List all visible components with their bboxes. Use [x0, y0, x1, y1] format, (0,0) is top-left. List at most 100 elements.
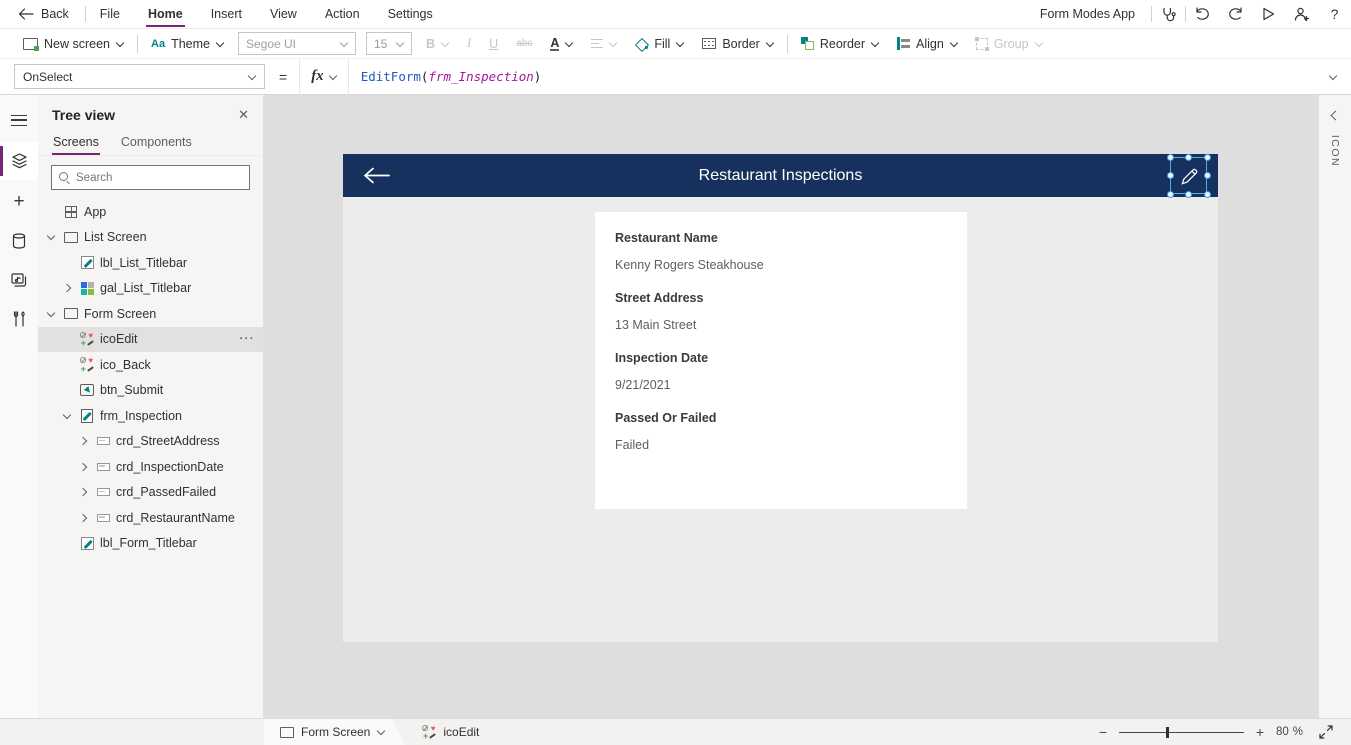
form-field-restaurant-name[interactable]: Restaurant Name Kenny Rogers Steakhouse — [595, 231, 967, 272]
underline-button[interactable]: U — [480, 29, 507, 59]
screen-selector[interactable]: Form Screen — [264, 719, 405, 745]
zoom-slider-thumb[interactable] — [1166, 726, 1170, 738]
tree-item-ico_Back[interactable]: ♥ + ico_Back — [38, 352, 263, 378]
tree-item-lbl_Form_Titlebar[interactable]: lbl_Form_Titlebar — [38, 531, 263, 557]
tree-item-frm_Inspection[interactable]: frm_Inspection — [38, 403, 263, 429]
menu-item-action[interactable]: Action — [311, 0, 374, 29]
help-button[interactable]: ? — [1318, 0, 1351, 29]
undo-button[interactable] — [1186, 0, 1219, 29]
group-button[interactable]: Group — [967, 29, 1052, 59]
align-button[interactable]: Align — [888, 29, 967, 59]
tree-item-btn_Submit[interactable]: btn_Submit — [38, 378, 263, 404]
edit-icon-selected[interactable] — [1166, 153, 1211, 198]
font-family-select[interactable]: Segoe UI — [237, 32, 356, 55]
tree-chevron-icon[interactable] — [76, 511, 90, 525]
tree-item-List-Screen[interactable]: List Screen — [38, 225, 263, 251]
menu-item-insert[interactable]: Insert — [197, 0, 256, 29]
tree-chevron-icon[interactable] — [60, 358, 74, 372]
selected-control-crumb[interactable]: ♥ + icoEdit — [421, 724, 479, 740]
selection-handle[interactable] — [1203, 153, 1211, 161]
text-align-button[interactable] — [582, 29, 626, 59]
back-button[interactable]: Back — [0, 7, 85, 21]
fullscreen-button[interactable] — [1319, 725, 1333, 739]
border-button[interactable]: Border — [693, 29, 783, 59]
rail-data-button[interactable] — [0, 224, 38, 258]
tree-item-crd_RestaurantName[interactable]: crd_RestaurantName — [38, 505, 263, 531]
tree-chevron-icon[interactable] — [60, 409, 74, 423]
formula-input[interactable]: EditForm(frm_Inspection) — [361, 69, 1329, 84]
rail-tree-view-button[interactable] — [0, 142, 38, 180]
selection-handle[interactable] — [1166, 153, 1174, 161]
selection-handle[interactable] — [1203, 190, 1211, 198]
form-field-passed-or-failed[interactable]: Passed Or Failed Failed — [595, 411, 967, 452]
tree-item-lbl_List_Titlebar[interactable]: lbl_List_Titlebar — [38, 250, 263, 276]
strikethrough-button[interactable]: abc — [507, 29, 541, 59]
inspection-form[interactable]: Restaurant Name Kenny Rogers Steakhouse … — [595, 212, 967, 509]
form-field-street-address[interactable]: Street Address 13 Main Street — [595, 291, 967, 332]
tree-chevron-icon[interactable] — [60, 281, 74, 295]
tab-screens[interactable]: Screens — [52, 131, 100, 155]
zoom-in-button[interactable]: + — [1254, 724, 1266, 740]
more-options-button[interactable]: ··· — [240, 333, 256, 345]
rail-media-button[interactable] — [0, 263, 38, 297]
app-titlebar[interactable]: Restaurant Inspections — [343, 153, 1218, 198]
selection-handle[interactable] — [1166, 190, 1174, 198]
tree-search-box[interactable] — [51, 165, 250, 190]
tree-item-crd_InspectionDate[interactable]: crd_InspectionDate — [38, 454, 263, 480]
property-select[interactable]: OnSelect — [14, 64, 265, 89]
selection-handle[interactable] — [1184, 153, 1192, 161]
search-input[interactable] — [76, 171, 242, 184]
share-button[interactable] — [1285, 0, 1318, 29]
font-size-select[interactable]: 15 — [365, 32, 412, 55]
selection-handle[interactable] — [1166, 171, 1174, 179]
tree-chevron-icon[interactable] — [60, 536, 74, 550]
zoom-slider[interactable] — [1118, 726, 1244, 739]
tree-item-gal_List_Titlebar[interactable]: gal_List_Titlebar — [38, 276, 263, 302]
preview-button[interactable] — [1252, 0, 1285, 29]
rail-insert-button[interactable]: + — [0, 185, 38, 219]
formula-expand-chevron[interactable] — [1329, 73, 1337, 81]
fx-button[interactable]: fx — [299, 58, 349, 95]
reorder-button[interactable]: Reorder — [792, 29, 888, 59]
tree-item-icoEdit[interactable]: ♥ + icoEdit ··· — [38, 326, 263, 352]
canvas-back-arrow-icon[interactable] — [363, 167, 391, 189]
tree-chevron-icon[interactable] — [76, 434, 90, 448]
tree-item-crd_StreetAddress[interactable]: crd_StreetAddress — [38, 429, 263, 455]
tree-chevron-icon[interactable] — [60, 332, 74, 346]
font-color-button[interactable]: A — [541, 29, 582, 59]
tree-chevron-icon[interactable] — [44, 230, 58, 244]
selection-handle[interactable] — [1203, 171, 1211, 179]
selection-handle[interactable] — [1184, 190, 1192, 198]
menu-item-file[interactable]: File — [86, 0, 134, 29]
tree-item-App[interactable]: App — [38, 199, 263, 225]
fill-button[interactable]: Fill — [626, 29, 693, 59]
rail-advanced-tools-button[interactable] — [0, 302, 38, 336]
canvas-title-label[interactable]: Restaurant Inspections — [343, 167, 1218, 185]
tree-chevron-icon[interactable] — [76, 460, 90, 474]
tab-components[interactable]: Components — [120, 131, 193, 155]
tree-chevron-icon[interactable] — [76, 485, 90, 499]
tree-chevron-icon[interactable] — [44, 205, 58, 219]
theme-button[interactable]: Aa Theme — [142, 29, 233, 59]
italic-button[interactable]: I — [458, 29, 480, 59]
expand-panel-chevron[interactable] — [1328, 109, 1342, 123]
tree-chevron-icon[interactable] — [60, 256, 74, 270]
zoom-out-button[interactable]: − — [1097, 724, 1109, 740]
tree-item-crd_PassedFailed[interactable]: crd_PassedFailed — [38, 480, 263, 506]
app-checker-button[interactable] — [1152, 0, 1185, 29]
form-field-inspection-date[interactable]: Inspection Date 9/21/2021 — [595, 351, 967, 392]
tree-chevron-icon[interactable] — [44, 307, 58, 321]
bold-button[interactable]: B — [417, 29, 458, 59]
tree-chevron-icon[interactable] — [60, 383, 74, 397]
menu-item-view[interactable]: View — [256, 0, 311, 29]
tree-item-Form-Screen[interactable]: Form Screen — [38, 301, 263, 327]
menu-item-settings[interactable]: Settings — [374, 0, 447, 29]
menu-item-home[interactable]: Home — [134, 0, 197, 29]
rail-menu-button[interactable] — [0, 103, 38, 137]
person-add-icon — [1294, 7, 1309, 21]
redo-button[interactable] — [1219, 0, 1252, 29]
panel-vertical-label[interactable]: ICON — [1329, 135, 1341, 167]
app-screen[interactable]: Restaurant Inspections Restaurant Name K… — [343, 153, 1218, 642]
new-screen-button[interactable]: New screen — [14, 29, 133, 59]
close-panel-button[interactable]: ✕ — [238, 107, 249, 123]
